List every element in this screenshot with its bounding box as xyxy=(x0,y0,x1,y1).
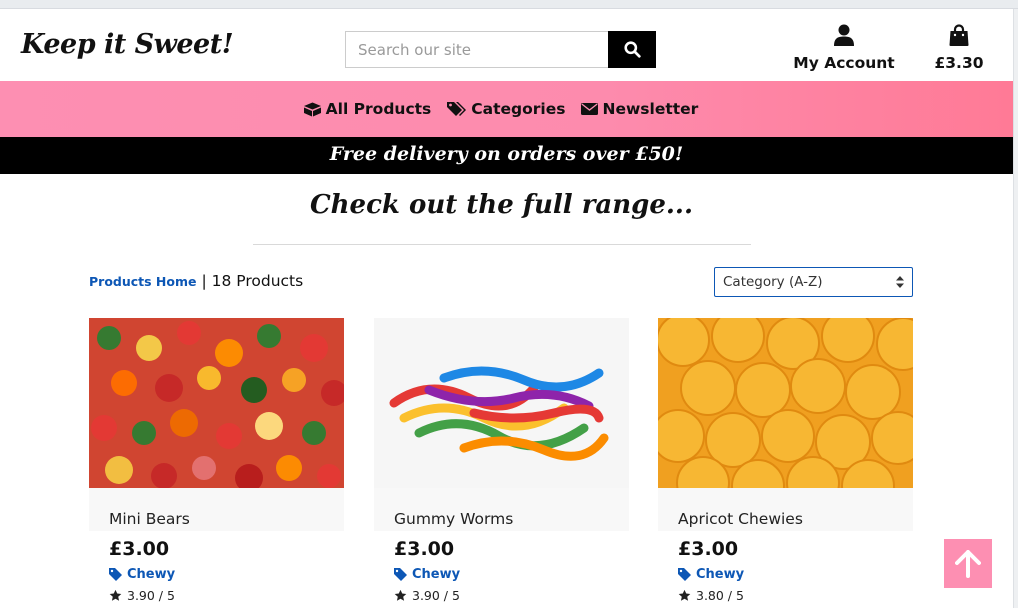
my-account-label: My Account xyxy=(793,54,895,72)
star-icon xyxy=(394,589,407,601)
nav-all-products-label: All Products xyxy=(325,100,432,118)
arrow-up-icon xyxy=(955,549,981,578)
product-name[interactable]: Apricot Chewies xyxy=(658,488,913,531)
my-account-button[interactable]: My Account xyxy=(790,24,898,72)
select-arrows-icon xyxy=(896,276,904,288)
product-rating: 3.90 / 5 xyxy=(394,588,629,603)
site-header: Keep it Sweet! My Account £3.30 xyxy=(0,9,1013,81)
browser-top-strip xyxy=(0,0,1018,9)
product-category[interactable]: Chewy xyxy=(109,567,344,582)
boxes-icon xyxy=(303,102,321,117)
page-title: Check out the full range... xyxy=(309,190,694,220)
breadcrumb-products-home[interactable]: Products Home xyxy=(89,274,197,289)
search-icon xyxy=(623,41,641,58)
product-category-label: Chewy xyxy=(696,567,745,582)
search-input[interactable] xyxy=(345,31,608,68)
star-icon xyxy=(109,589,122,601)
promo-banner: Free delivery on orders over £50! xyxy=(0,137,1013,174)
scrollbar-track[interactable] xyxy=(1013,9,1018,608)
product-image-apricot-chewies[interactable] xyxy=(658,318,913,488)
search-button[interactable] xyxy=(608,31,656,68)
title-divider xyxy=(253,244,751,245)
product-rating: 3.90 / 5 xyxy=(109,588,344,603)
tag-icon xyxy=(678,568,691,581)
back-to-top-button[interactable] xyxy=(944,539,992,588)
product-price: £3.00 xyxy=(394,538,455,560)
breadcrumb-separator: | xyxy=(201,272,207,290)
sort-select[interactable]: Category (A-Z) xyxy=(714,267,913,297)
tag-icon xyxy=(109,568,122,581)
product-name[interactable]: Mini Bears xyxy=(89,488,344,531)
product-card-gummy-worms[interactable]: Gummy Worms £3.00 Chewy 3.90 / 5 xyxy=(374,318,629,603)
nav-categories-label: Categories xyxy=(471,100,566,118)
tags-icon xyxy=(447,101,467,116)
product-category[interactable]: Chewy xyxy=(394,567,629,582)
star-icon xyxy=(678,589,691,601)
breadcrumb: Products Home | 18 Products xyxy=(89,272,303,290)
product-name[interactable]: Gummy Worms xyxy=(374,488,629,531)
nav-newsletter-label: Newsletter xyxy=(602,100,699,118)
product-card-apricot-chewies[interactable]: Apricot Chewies £3.00 Chewy 3.80 / 5 xyxy=(658,318,913,603)
envelope-icon xyxy=(581,103,599,115)
bag-total: £3.30 xyxy=(934,54,984,72)
product-rating: 3.80 / 5 xyxy=(678,588,913,603)
nav-categories[interactable]: Categories xyxy=(447,100,565,118)
product-category-label: Chewy xyxy=(412,567,461,582)
product-price: £3.00 xyxy=(678,538,739,560)
product-category-label: Chewy xyxy=(127,567,176,582)
product-card-mini-bears[interactable]: Mini Bears £3.00 Chewy 3.90 / 5 xyxy=(89,318,344,603)
product-rating-value: 3.80 / 5 xyxy=(696,588,744,603)
nav-all-products[interactable]: All Products xyxy=(303,100,432,118)
product-price: £3.00 xyxy=(109,538,170,560)
search-bar xyxy=(345,31,656,68)
product-category[interactable]: Chewy xyxy=(678,567,913,582)
shopping-bag-button[interactable]: £3.30 xyxy=(930,24,988,72)
user-icon xyxy=(834,24,854,46)
nav-newsletter[interactable]: Newsletter xyxy=(581,100,698,118)
product-rating-value: 3.90 / 5 xyxy=(412,588,460,603)
site-logo[interactable]: Keep it Sweet! xyxy=(21,29,234,60)
shopping-bag-icon xyxy=(949,24,969,46)
tag-icon xyxy=(394,568,407,581)
product-count: 18 Products xyxy=(211,272,304,290)
product-rating-value: 3.90 / 5 xyxy=(127,588,175,603)
sort-selected-value: Category (A-Z) xyxy=(723,274,823,290)
main-nav: All Products Categories Newsletter xyxy=(0,81,1013,137)
product-image-mini-bears[interactable] xyxy=(89,318,344,488)
product-image-gummy-worms[interactable] xyxy=(374,318,629,488)
